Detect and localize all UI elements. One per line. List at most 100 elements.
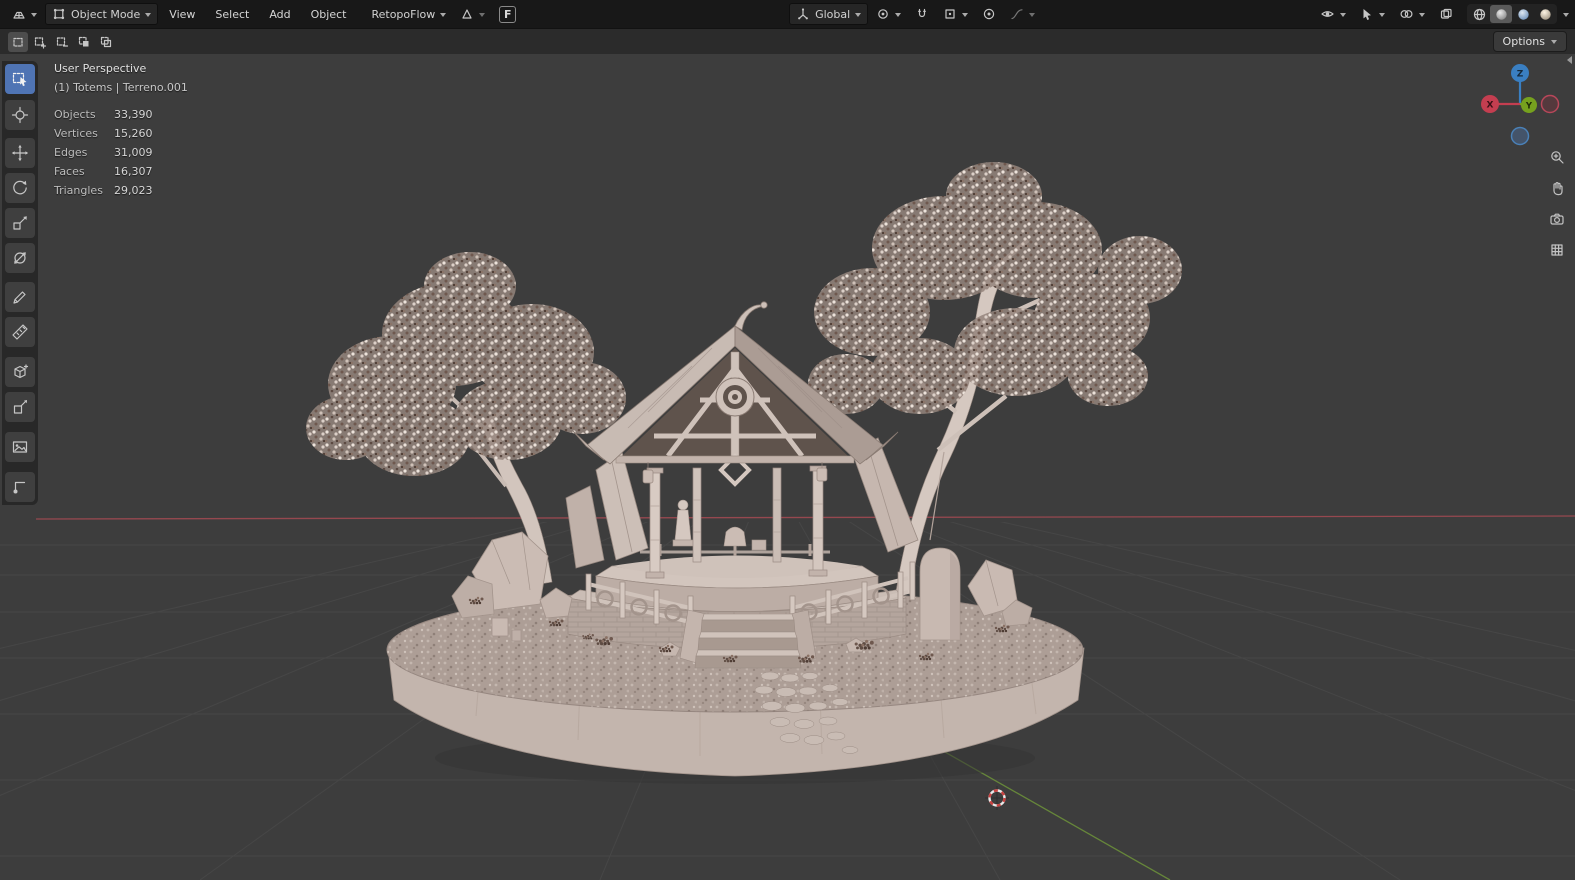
chevron-down-icon xyxy=(895,12,902,17)
toolbar xyxy=(2,61,38,505)
chevron-down-icon xyxy=(1419,12,1426,17)
overlays-toggle-dropdown[interactable] xyxy=(1393,4,1431,24)
pivot-point-icon xyxy=(878,9,888,19)
select-mode-set-button[interactable] xyxy=(8,31,28,52)
tree-right xyxy=(808,162,1182,595)
tool-settings-bar: Options xyxy=(0,28,1575,54)
shrine xyxy=(565,301,919,669)
fallback-tool-icon xyxy=(462,9,472,19)
tool-fallback-dropdown[interactable] xyxy=(454,4,491,24)
shading-mode-switcher xyxy=(1467,4,1558,24)
chevron-down-icon xyxy=(1340,12,1347,17)
chevron-down-icon xyxy=(962,12,969,17)
orthographic-toggle-button[interactable] xyxy=(1544,237,1570,263)
tool-select-box-button[interactable] xyxy=(5,64,35,94)
editor-type-button[interactable] xyxy=(6,4,43,24)
wireframe-sphere-icon xyxy=(1473,8,1485,20)
region-collapse-arrow[interactable] xyxy=(1567,56,1572,64)
blender-window: Object Mode View Select Add Object Retop… xyxy=(0,0,1575,880)
retopoflow-f-badge[interactable]: F xyxy=(499,5,517,23)
xray-toggle[interactable] xyxy=(1433,4,1459,24)
chevron-down-icon xyxy=(479,12,486,17)
statue xyxy=(672,499,695,547)
viewport-3d[interactable]: User Perspective (1) Totems | Terreno.00… xyxy=(0,54,1575,880)
menu-object[interactable]: Object xyxy=(302,4,356,25)
gizmo-y-label: Y xyxy=(1525,102,1533,112)
axis-x-line xyxy=(35,515,1575,520)
chevron-down-icon xyxy=(31,12,37,17)
retopoflow-menu[interactable]: RetopoFlow xyxy=(365,5,452,24)
tool-add-mesh-button[interactable] xyxy=(5,392,35,422)
header-right xyxy=(1314,4,1570,24)
gizmo-axis-z-negative[interactable] xyxy=(1510,126,1530,146)
menu-view[interactable]: View xyxy=(160,4,204,25)
tool-add-cube-button[interactable] xyxy=(5,357,35,387)
viewport-header: Object Mode View Select Add Object Retop… xyxy=(0,0,1575,28)
xray-icon xyxy=(1440,8,1452,19)
snap-with-dropdown[interactable] xyxy=(937,4,974,24)
menu-select[interactable]: Select xyxy=(206,4,258,25)
lanterns xyxy=(642,462,828,484)
chevron-down-icon xyxy=(1029,12,1036,17)
gizmo-axis-y-positive[interactable]: Y xyxy=(1521,97,1537,113)
orientation-global-icon xyxy=(798,8,808,20)
solid-sphere-icon xyxy=(1495,8,1507,20)
select-mode-intersect-button[interactable] xyxy=(96,32,116,52)
cursor-3d xyxy=(985,786,1009,810)
overlays-icon xyxy=(1400,10,1413,18)
chevron-down-icon xyxy=(145,12,152,17)
viewport-canvas[interactable] xyxy=(0,54,1575,880)
select-mode-extend-button[interactable] xyxy=(30,32,50,52)
tool-corner-pin-button[interactable] xyxy=(5,472,35,502)
navigation-gizmo[interactable]: Z X Y xyxy=(1476,60,1564,148)
object-mode-icon xyxy=(53,8,65,20)
shading-rendered-button[interactable] xyxy=(1534,5,1556,23)
retopoflow-label: RetopoFlow xyxy=(371,7,436,21)
select-mode-invert-button[interactable] xyxy=(74,32,94,52)
tool-transform-button[interactable] xyxy=(5,243,35,273)
object-type-visibility-dropdown[interactable] xyxy=(1314,4,1352,24)
tool-image-button[interactable] xyxy=(5,432,35,462)
tool-measure-button[interactable] xyxy=(5,317,35,347)
gizmo-x-label: X xyxy=(1487,101,1494,111)
pan-hand-button[interactable] xyxy=(1544,175,1570,201)
menu-add[interactable]: Add xyxy=(260,4,299,25)
shading-solid-button[interactable] xyxy=(1490,5,1513,23)
tool-scale-button[interactable] xyxy=(5,208,35,238)
snap-toggle[interactable] xyxy=(909,4,935,24)
proportional-falloff-dropdown[interactable] xyxy=(1004,4,1041,24)
zoom-button[interactable] xyxy=(1544,144,1570,170)
camera-view-button[interactable] xyxy=(1544,206,1570,232)
orientation-label: Global xyxy=(815,7,851,21)
tool-rotate-button[interactable] xyxy=(5,173,35,203)
shading-wireframe-button[interactable] xyxy=(1468,5,1490,23)
tool-cursor-button[interactable] xyxy=(5,100,35,130)
select-mode-subtract-button[interactable] xyxy=(52,32,72,52)
magnet-icon xyxy=(918,8,927,18)
gizmo-axis-x-negative[interactable] xyxy=(1540,94,1560,114)
mode-selector[interactable]: Object Mode xyxy=(45,3,159,25)
proportional-editing-toggle[interactable] xyxy=(976,4,1002,24)
falloff-curve-icon xyxy=(1011,9,1023,20)
transform-orientation-dropdown[interactable]: Global xyxy=(789,3,869,25)
viewport-side-controls xyxy=(1544,144,1570,263)
rendered-sphere-icon xyxy=(1539,8,1551,20)
shading-material-button[interactable] xyxy=(1512,5,1534,23)
options-button[interactable]: Options xyxy=(1492,31,1567,52)
chevron-down-icon xyxy=(1379,12,1386,17)
tool-move-button[interactable] xyxy=(5,138,35,168)
chevron-down-icon xyxy=(440,12,447,17)
material-sphere-icon xyxy=(1517,8,1529,20)
header-center: Global xyxy=(789,3,1041,25)
shading-popover-chevron-icon[interactable] xyxy=(1563,12,1570,17)
gizmo-axis-x-positive[interactable]: X xyxy=(1481,95,1499,113)
mode-label: Object Mode xyxy=(71,7,141,21)
options-label: Options xyxy=(1502,35,1545,48)
gizmo-axis-z-positive[interactable]: Z xyxy=(1511,64,1529,82)
tool-annotate-button[interactable] xyxy=(5,282,35,312)
pivot-point-dropdown[interactable] xyxy=(870,4,907,24)
snap-increment-icon xyxy=(945,9,955,19)
gizmos-toggle-dropdown[interactable] xyxy=(1354,4,1391,24)
header-left: Object Mode View Select Add Object Retop… xyxy=(6,3,517,25)
proportional-editing-icon xyxy=(983,8,995,20)
